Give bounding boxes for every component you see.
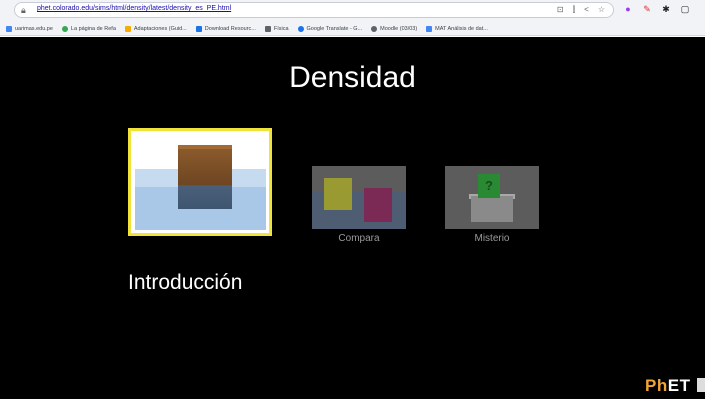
lock-icon: 🔒︎ (21, 5, 26, 15)
bookmark-favicon-icon (371, 25, 378, 32)
magenta-block (364, 188, 392, 222)
compare-screen-label[interactable]: Compara (312, 233, 406, 244)
share-icon[interactable]: < (584, 5, 589, 15)
extension-pen-icon[interactable]: ✎ (642, 4, 652, 14)
phet-logo-et: ET (667, 376, 691, 395)
install-app-icon[interactable]: ⊡ (557, 5, 564, 15)
url-text[interactable]: phet.colorado.edu/sims/html/density/late… (37, 5, 231, 12)
mystery-screen-button[interactable]: ? (445, 166, 539, 229)
bookmark-item[interactable]: Moodle (03/03) (371, 25, 417, 32)
bookmark-item[interactable]: Download Resourc... (195, 25, 256, 32)
intro-thumbnail (135, 135, 266, 230)
bookmark-item[interactable]: MAT Análisis de dat... (426, 25, 488, 32)
bookmark-item[interactable]: Google Translate - G... (297, 25, 362, 32)
bookmark-item[interactable]: La página de Refa (61, 25, 116, 32)
mystery-block: ? (478, 174, 500, 198)
bookmark-favicon-icon (61, 25, 68, 32)
phet-logo[interactable]: PhET (645, 376, 690, 396)
address-bar[interactable]: 🔒︎ phet.colorado.edu/sims/html/density/l… (14, 2, 614, 18)
sim-title: Densidad (289, 61, 416, 94)
extensions-area: ● ✎ ✱ ▢ (623, 4, 690, 14)
bookmarks-bar: uarimas.edu.pe La página de Refa Adaptac… (0, 22, 705, 36)
phet-logo-ph: Ph (645, 376, 668, 395)
mystery-screen-label[interactable]: Misterio (445, 233, 539, 244)
bookmark-favicon-icon (195, 25, 202, 32)
bookmark-favicon-icon (297, 25, 304, 32)
bookmark-folder[interactable]: Física (264, 25, 289, 32)
folder-icon (264, 25, 271, 32)
floating-wood-block (178, 149, 232, 209)
browser-toolbar: 🔒︎ phet.colorado.edu/sims/html/density/l… (0, 0, 705, 22)
bookmark-item[interactable]: uarimas.edu.pe (6, 25, 53, 32)
intro-screen-label[interactable]: Introducción (128, 271, 242, 295)
bookmark-item[interactable]: Adaptaciones (Guid... (124, 25, 187, 32)
compare-screen-button[interactable] (312, 166, 406, 229)
extension-puzzle-icon[interactable]: ✱ (661, 4, 671, 14)
window-icon[interactable]: ▢ (680, 4, 690, 14)
browser-window: 🔒︎ phet.colorado.edu/sims/html/density/l… (0, 0, 705, 399)
intro-screen-button[interactable] (128, 128, 272, 236)
scale-base (471, 196, 513, 222)
bookmark-favicon-icon (426, 25, 433, 32)
bookmark-favicon-icon (6, 25, 12, 32)
reader-mode-icon[interactable]: ⫿ (573, 5, 576, 15)
phet-menu-edge[interactable] (697, 378, 705, 392)
address-bar-actions: ⊡ ⫿ < ☆ (557, 5, 605, 15)
bookmark-favicon-icon (124, 25, 131, 32)
yellow-block (324, 178, 352, 210)
bookmark-star-icon[interactable]: ☆ (598, 5, 605, 15)
extension-circle-icon[interactable]: ● (623, 4, 633, 14)
